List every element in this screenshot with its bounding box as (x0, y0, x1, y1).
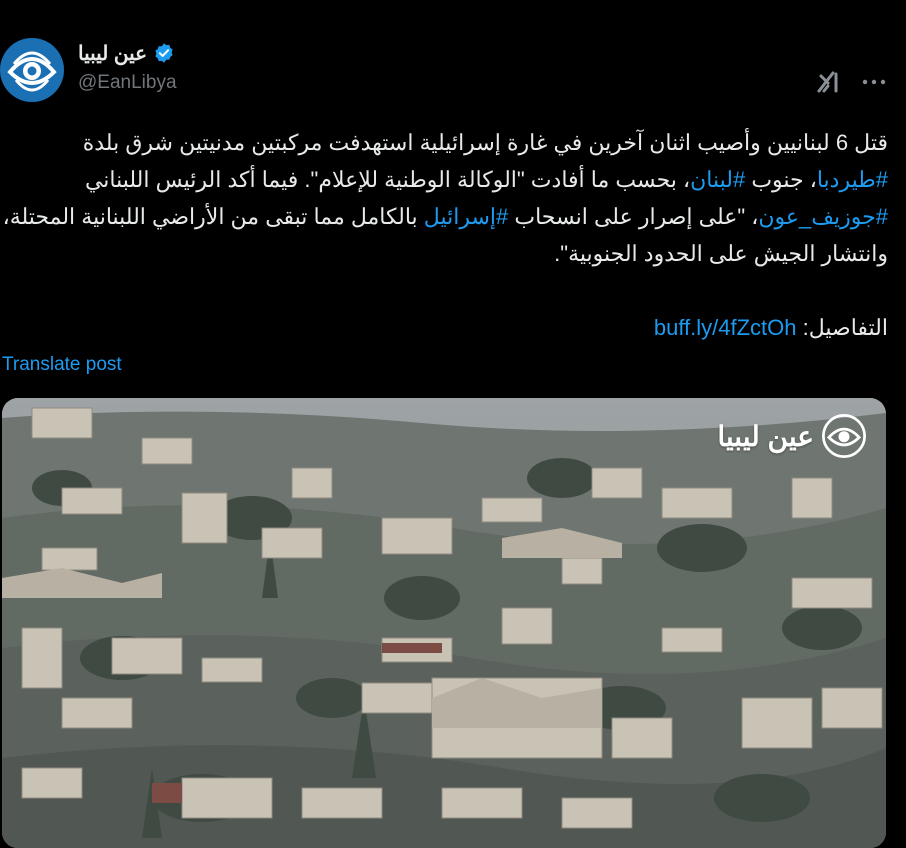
post-header: عين ليبيا @EanLibya (0, 28, 906, 108)
watermark-text: عين ليبيا (717, 420, 814, 452)
author-name-row[interactable]: عين ليبيا (78, 39, 175, 67)
details-link[interactable]: buff.ly/4fZctOh (654, 315, 797, 340)
previous-post-edge (0, 0, 906, 8)
hashtag-link[interactable]: #لبنان (690, 167, 745, 192)
post-paragraph: قتل 6 لبنانيين وأصيب اثنان آخرين في غارة… (0, 124, 888, 272)
verified-badge-icon (153, 42, 175, 64)
post-text-segment: قتل 6 لبنانيين وأصيب اثنان آخرين في غارة… (82, 130, 888, 155)
watermark: عين ليبيا (717, 414, 866, 458)
author-display-name[interactable]: عين ليبيا (78, 41, 147, 66)
post-text-segment: ، بحسب ما أفادت "الوكالة الوطنية للإعلام… (84, 167, 691, 192)
author-handle[interactable]: @EanLibya (78, 72, 177, 94)
post-image[interactable]: عين ليبيا (2, 398, 886, 848)
hashtag-link[interactable]: #إسرائيل (424, 204, 508, 229)
details-line: التفاصيل: buff.ly/4fZctOh (0, 309, 888, 346)
details-label: التفاصيل: (796, 315, 888, 340)
post-body: قتل 6 لبنانيين وأصيب اثنان آخرين في غارة… (0, 124, 888, 346)
more-options-icon[interactable] (860, 74, 888, 90)
eye-logo-icon (0, 38, 64, 102)
post-text-segment: ، جنوب (745, 167, 817, 192)
hillside-photo (2, 398, 886, 848)
translate-post-link[interactable]: Translate post (2, 354, 122, 376)
post-text-segment: ، "على إصرار على انسحاب (508, 204, 759, 229)
avatar[interactable] (0, 38, 64, 102)
hashtag-link[interactable]: #جوزيف_عون (758, 204, 888, 229)
eye-logo-icon (822, 414, 866, 458)
hashtag-link[interactable]: #طيردبا (817, 167, 888, 192)
grok-icon[interactable] (816, 70, 844, 94)
